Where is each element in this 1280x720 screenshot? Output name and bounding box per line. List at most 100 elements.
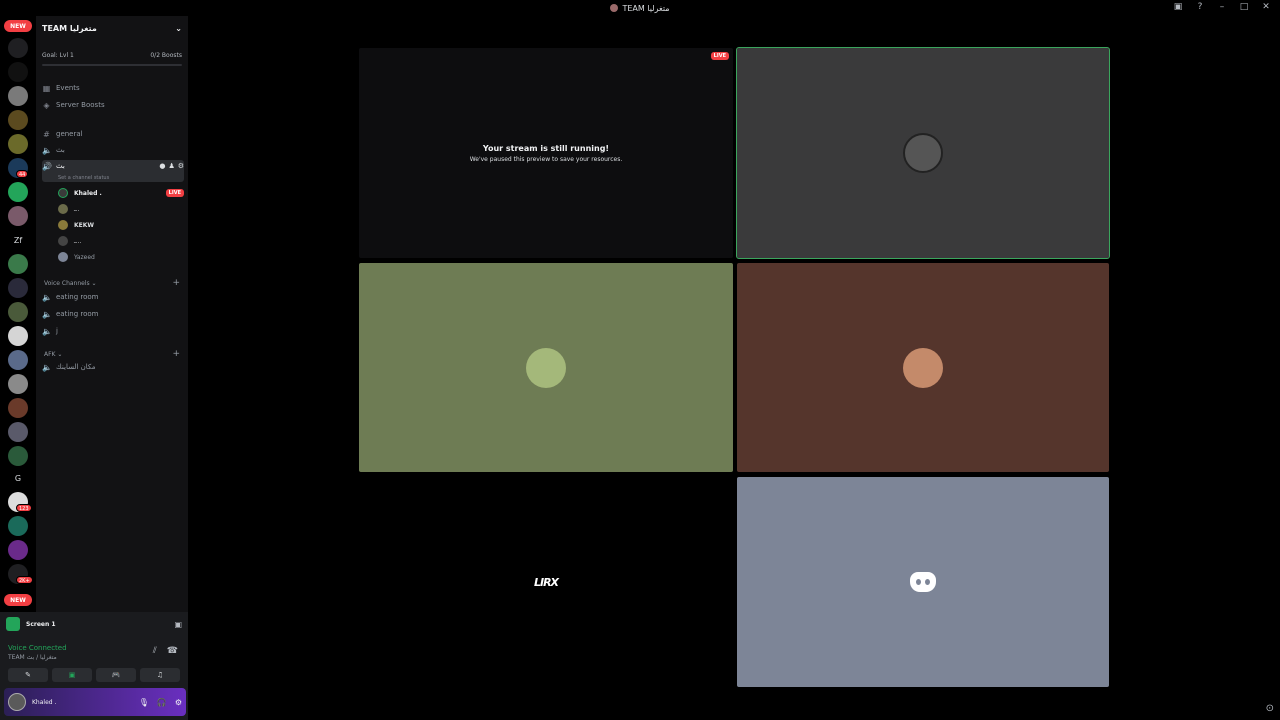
- user-name[interactable]: Khaled .: [32, 699, 56, 706]
- voice-user[interactable]: ـ..: [58, 202, 184, 216]
- voice-user[interactable]: ـ...: [58, 234, 184, 248]
- channel-voice[interactable]: 🔈 eating room: [42, 307, 184, 321]
- participant-tile[interactable]: LIRX: [359, 477, 733, 687]
- mic-icon[interactable]: 🎙: [139, 698, 149, 707]
- title-bar: TEAM متغرليا ▣ ? – □ ✕: [0, 0, 1280, 16]
- server-icon: [610, 4, 619, 12]
- activity-button[interactable]: 🎮: [96, 668, 136, 682]
- sidebar-item-server-boosts[interactable]: ◈ Server Boosts: [42, 98, 184, 112]
- user-controls: 🎙 🎧 ⚙: [139, 698, 182, 707]
- server-icon[interactable]: [8, 374, 28, 394]
- noise-suppression-icon[interactable]: ⫽: [153, 646, 157, 656]
- live-badge: LIVE: [165, 189, 184, 197]
- boost-goal[interactable]: Goal: Lvl 1 0/2 Boosts: [36, 40, 188, 64]
- soundboard-button[interactable]: ♫: [140, 668, 180, 682]
- channel-voice[interactable]: 🔈 eating room: [42, 290, 184, 304]
- avatar: [903, 133, 943, 173]
- server-icon[interactable]: [8, 398, 28, 418]
- channel-voice[interactable]: 🔈 مكان الساينك: [42, 360, 184, 374]
- chat-icon[interactable]: ●: [159, 162, 165, 170]
- channel-sidebar: TEAM متغرليا ⌄ Goal: Lvl 1 0/2 Boosts ▦ …: [36, 16, 188, 612]
- live-badge: LIVE: [710, 52, 729, 60]
- chevron-down-icon: ⌄: [175, 23, 182, 33]
- server-icon[interactable]: G: [8, 468, 28, 488]
- server-icon[interactable]: [8, 254, 28, 274]
- participant-tile[interactable]: [737, 263, 1109, 472]
- chevron-down-icon: ⌄: [55, 350, 63, 358]
- voice-panel: Screen 1 ▣ Voice Connected TEAM متغرليا …: [0, 612, 188, 720]
- channel-actions: ● ♟ ⚙: [159, 162, 184, 170]
- gear-icon[interactable]: ⚙: [175, 698, 182, 707]
- speaker-icon: 🔊: [42, 162, 52, 171]
- server-icon[interactable]: [8, 446, 28, 466]
- speaker-icon: 🔈: [42, 326, 52, 336]
- server-icon[interactable]: [8, 422, 28, 442]
- disconnect-icon[interactable]: ☎: [167, 646, 178, 656]
- voice-action-buttons: ✎ ▣ 🎮 ♫: [8, 668, 180, 682]
- screen-share-button[interactable]: ▣: [52, 668, 92, 682]
- server-icon[interactable]: [8, 38, 28, 58]
- server-icon[interactable]: [8, 302, 28, 322]
- participant-tile[interactable]: [736, 47, 1110, 259]
- category-afk[interactable]: AFK ⌄ +: [44, 349, 180, 359]
- avatar: [58, 204, 68, 214]
- avatar: [58, 220, 68, 230]
- minimize-icon[interactable]: –: [1216, 2, 1228, 12]
- avatar: [526, 347, 566, 388]
- voice-actions: ⫽ ☎: [153, 646, 178, 656]
- popout-icon[interactable]: ⊙: [1266, 703, 1274, 714]
- participant-tile[interactable]: [359, 263, 733, 472]
- add-channel-icon[interactable]: +: [172, 349, 180, 359]
- new-badge: NEW: [4, 20, 32, 32]
- server-icon[interactable]: [8, 516, 28, 536]
- server-icon[interactable]: [8, 326, 28, 346]
- camera-off-button[interactable]: ✎: [8, 668, 48, 682]
- close-icon[interactable]: ✕: [1260, 2, 1272, 12]
- server-name: TEAM متغرليا: [42, 23, 97, 33]
- server-icon[interactable]: [8, 62, 28, 82]
- stop-stream-icon[interactable]: ▣: [174, 620, 182, 629]
- user-bar: Khaled . 🎙 🎧 ⚙: [4, 688, 186, 716]
- gear-icon[interactable]: ⚙: [178, 162, 184, 170]
- voice-user[interactable]: Yazeed: [58, 250, 184, 264]
- participant-tile[interactable]: [737, 477, 1109, 687]
- boosts-label: 0/2 Boosts: [150, 52, 182, 59]
- hash-icon: #: [43, 129, 50, 139]
- channel-status-hint[interactable]: Set a channel status: [58, 175, 109, 181]
- inbox-icon[interactable]: ▣: [1172, 2, 1184, 12]
- channel-voice[interactable]: 🔈 بث: [42, 143, 184, 157]
- avatar[interactable]: [8, 693, 26, 711]
- category-voice-channels[interactable]: Voice Channels ⌄ +: [44, 278, 180, 288]
- voice-user[interactable]: KEKW: [58, 218, 184, 232]
- voice-user[interactable]: Khaled . LIVE: [58, 186, 184, 200]
- channel-general[interactable]: # general: [42, 127, 184, 141]
- server-icon[interactable]: [8, 134, 28, 154]
- server-icon[interactable]: [8, 206, 28, 226]
- window-controls: ▣ ? – □ ✕: [1172, 2, 1272, 12]
- server-icon[interactable]: [8, 182, 28, 202]
- server-icon[interactable]: [8, 278, 28, 298]
- voice-connected-label[interactable]: Voice Connected: [8, 644, 67, 652]
- server-icon[interactable]: [8, 110, 28, 130]
- speaker-icon: 🔈: [42, 309, 52, 319]
- stream-tile[interactable]: Your stream is still running! We've paus…: [359, 48, 733, 258]
- channel-voice[interactable]: 🔈 j: [42, 324, 184, 338]
- add-member-icon[interactable]: ♟: [168, 162, 174, 170]
- voice-channel-path[interactable]: TEAM متغرليا / بث: [8, 654, 57, 661]
- window-title: TEAM متغرليا: [610, 4, 670, 13]
- goal-label: Goal: Lvl 1: [42, 52, 74, 59]
- help-icon[interactable]: ?: [1194, 2, 1206, 12]
- headphones-icon[interactable]: 🎧: [157, 698, 167, 707]
- sidebar-item-events[interactable]: ▦ Events: [42, 81, 184, 95]
- discord-logo-icon: [910, 572, 936, 592]
- add-channel-icon[interactable]: +: [172, 278, 180, 288]
- screen-share-row[interactable]: Screen 1 ▣: [6, 616, 182, 632]
- server-icon[interactable]: [8, 350, 28, 370]
- server-header[interactable]: TEAM متغرليا ⌄: [36, 16, 188, 40]
- server-icon[interactable]: [8, 86, 28, 106]
- boost-progress-bar: [42, 64, 182, 66]
- maximize-icon[interactable]: □: [1238, 2, 1250, 12]
- server-icon[interactable]: [8, 540, 28, 560]
- server-icon[interactable]: Zf: [8, 230, 28, 250]
- calendar-icon: ▦: [42, 83, 51, 93]
